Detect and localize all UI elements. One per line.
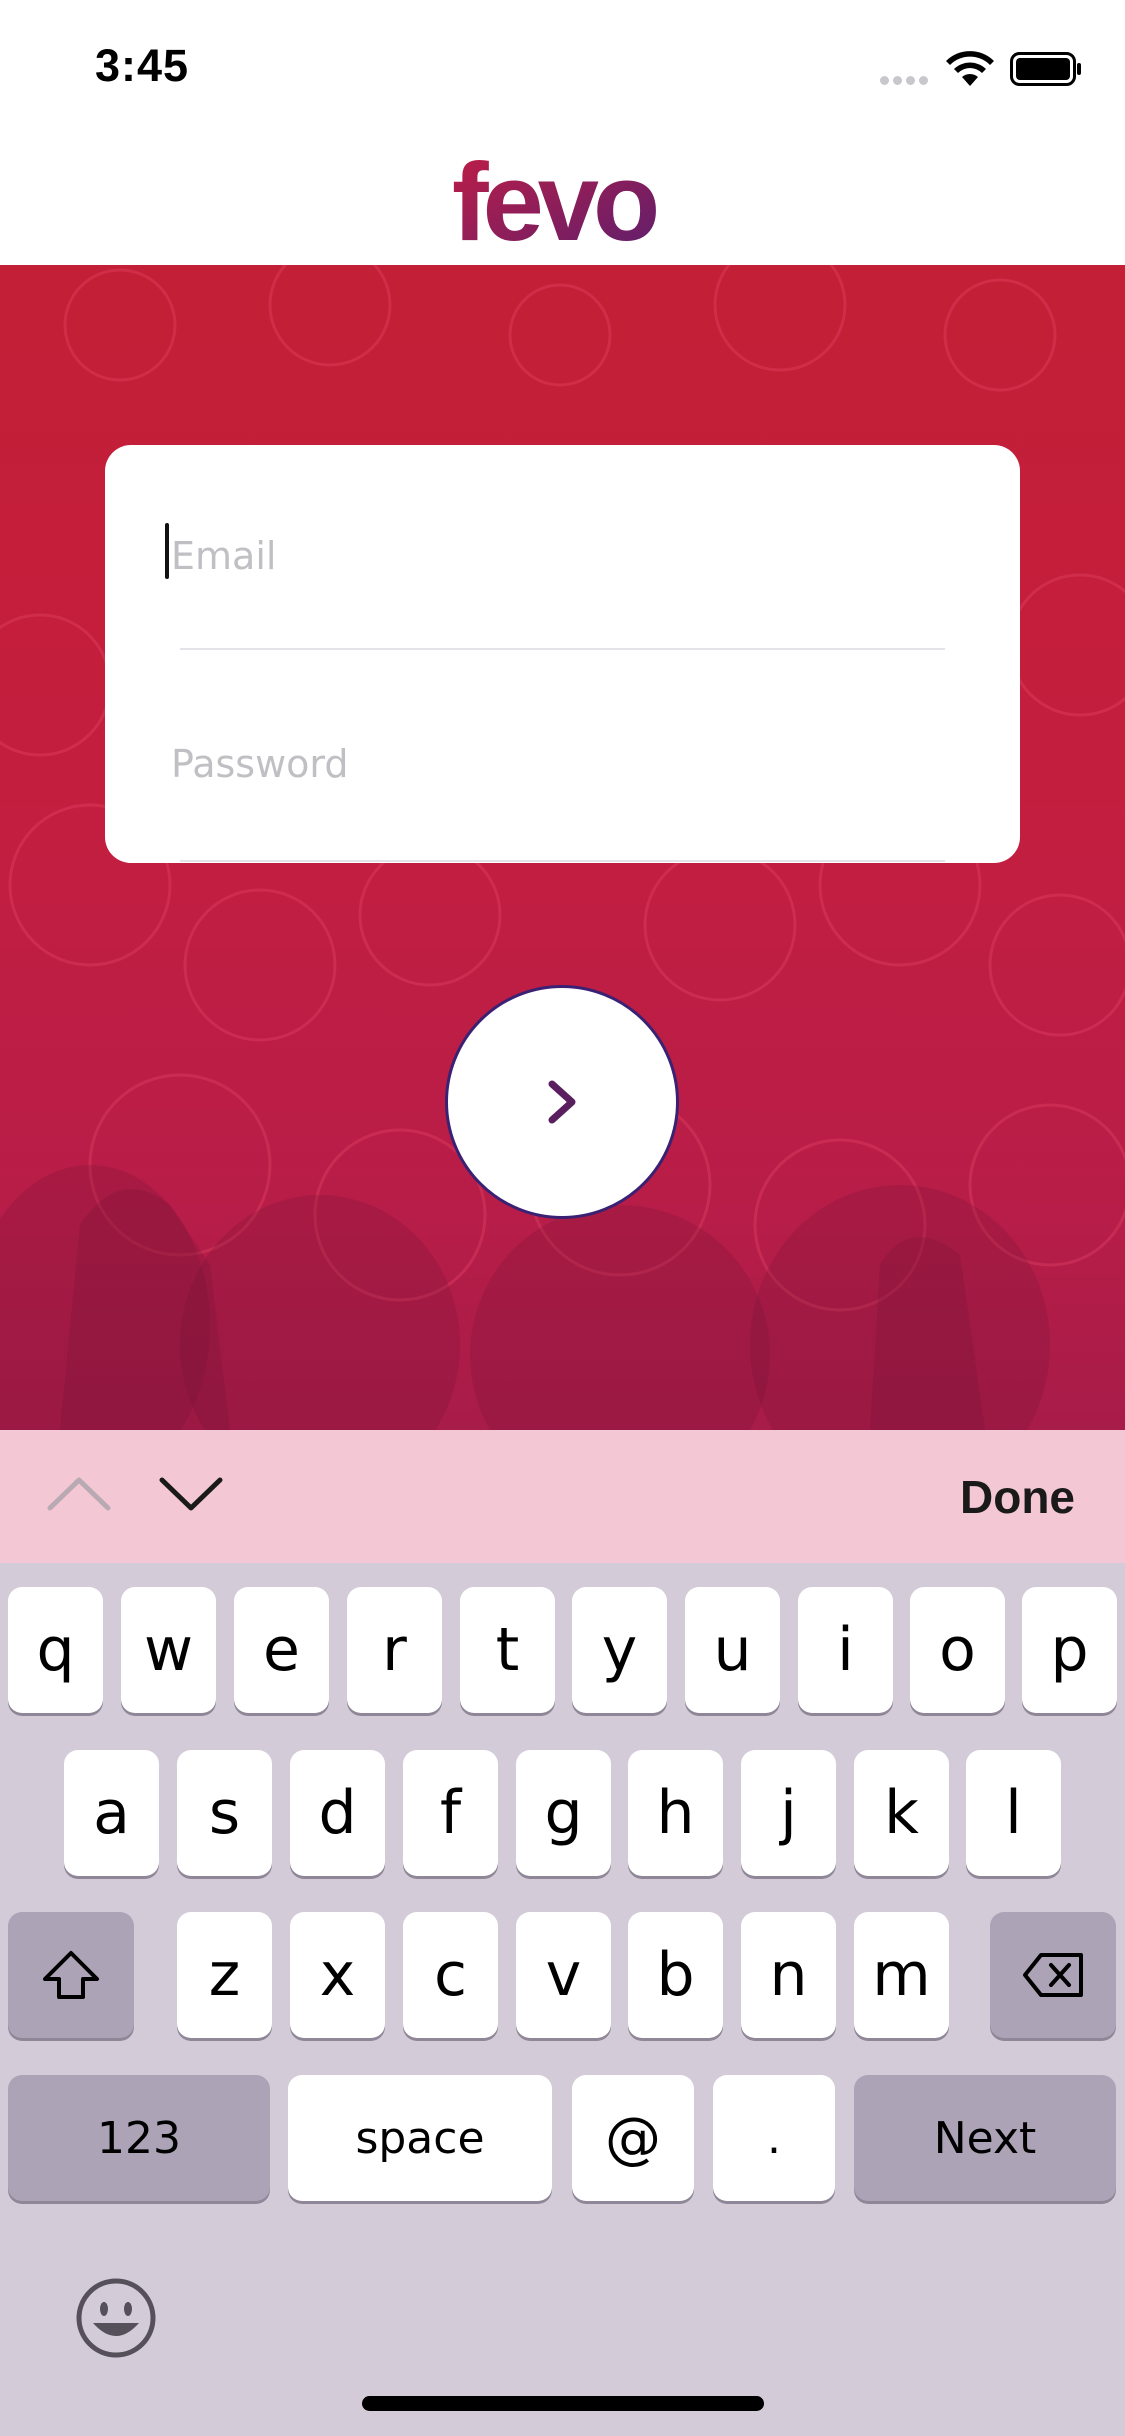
- password-underline: [180, 860, 945, 862]
- key-x[interactable]: x: [290, 1912, 385, 2038]
- numbers-key[interactable]: 123: [8, 2075, 270, 2201]
- space-key[interactable]: space: [288, 2075, 552, 2201]
- next-key[interactable]: Next: [854, 2075, 1116, 2201]
- key-y[interactable]: y: [572, 1587, 667, 1713]
- key-f[interactable]: f: [403, 1750, 498, 1876]
- status-time: 3:45: [95, 40, 190, 91]
- email-field-container: [165, 501, 935, 611]
- key-u[interactable]: u: [685, 1587, 780, 1713]
- key-i[interactable]: i: [798, 1587, 893, 1713]
- shift-key[interactable]: [8, 1912, 134, 2038]
- key-h[interactable]: h: [628, 1750, 723, 1876]
- app-header: fevo: [0, 135, 1125, 265]
- key-o[interactable]: o: [910, 1587, 1005, 1713]
- text-cursor: [165, 523, 169, 579]
- key-e[interactable]: e: [234, 1587, 329, 1713]
- backspace-icon: [1023, 1953, 1083, 1997]
- svg-text:fevo: fevo: [452, 145, 656, 255]
- email-input[interactable]: [165, 501, 935, 611]
- battery-icon: [1010, 52, 1081, 86]
- emoji-icon[interactable]: [75, 2277, 157, 2359]
- key-z[interactable]: z: [177, 1912, 272, 2038]
- chevron-up-icon[interactable]: [44, 1470, 114, 1516]
- done-button[interactable]: Done: [960, 1470, 1075, 1524]
- key-n[interactable]: n: [741, 1912, 836, 2038]
- wifi-icon: [946, 51, 994, 86]
- keyboard-accessory-bar: Done: [0, 1430, 1125, 1563]
- key-q[interactable]: q: [8, 1587, 103, 1713]
- key-g[interactable]: g: [516, 1750, 611, 1876]
- chevron-down-icon[interactable]: [156, 1470, 226, 1516]
- home-indicator: [362, 2396, 764, 2411]
- at-key[interactable]: @: [572, 2075, 694, 2201]
- status-bar: 3:45: [0, 0, 1125, 135]
- hero-background: [0, 265, 1125, 1430]
- keyboard: q w e r t y u i o p a s d f g h j k l z …: [0, 1563, 1125, 2436]
- key-w[interactable]: w: [121, 1587, 216, 1713]
- chevron-right-icon: [548, 1080, 576, 1124]
- email-underline: [180, 648, 945, 650]
- key-d[interactable]: d: [290, 1750, 385, 1876]
- login-card: [105, 445, 1020, 863]
- key-p[interactable]: p: [1022, 1587, 1117, 1713]
- key-k[interactable]: k: [854, 1750, 949, 1876]
- delete-key[interactable]: [990, 1912, 1116, 2038]
- key-s[interactable]: s: [177, 1750, 272, 1876]
- shift-icon: [43, 1951, 99, 1999]
- key-c[interactable]: c: [403, 1912, 498, 2038]
- key-v[interactable]: v: [516, 1912, 611, 2038]
- key-l[interactable]: l: [966, 1750, 1061, 1876]
- key-j[interactable]: j: [741, 1750, 836, 1876]
- fevo-logo: fevo: [452, 145, 662, 255]
- key-r[interactable]: r: [347, 1587, 442, 1713]
- password-field-container: [165, 709, 935, 819]
- key-a[interactable]: a: [64, 1750, 159, 1876]
- cellular-signal-icon: [880, 72, 932, 90]
- key-t[interactable]: t: [460, 1587, 555, 1713]
- key-b[interactable]: b: [628, 1912, 723, 2038]
- password-input[interactable]: [165, 709, 935, 819]
- submit-button[interactable]: [445, 985, 679, 1219]
- key-m[interactable]: m: [854, 1912, 949, 2038]
- dot-key[interactable]: .: [713, 2075, 835, 2201]
